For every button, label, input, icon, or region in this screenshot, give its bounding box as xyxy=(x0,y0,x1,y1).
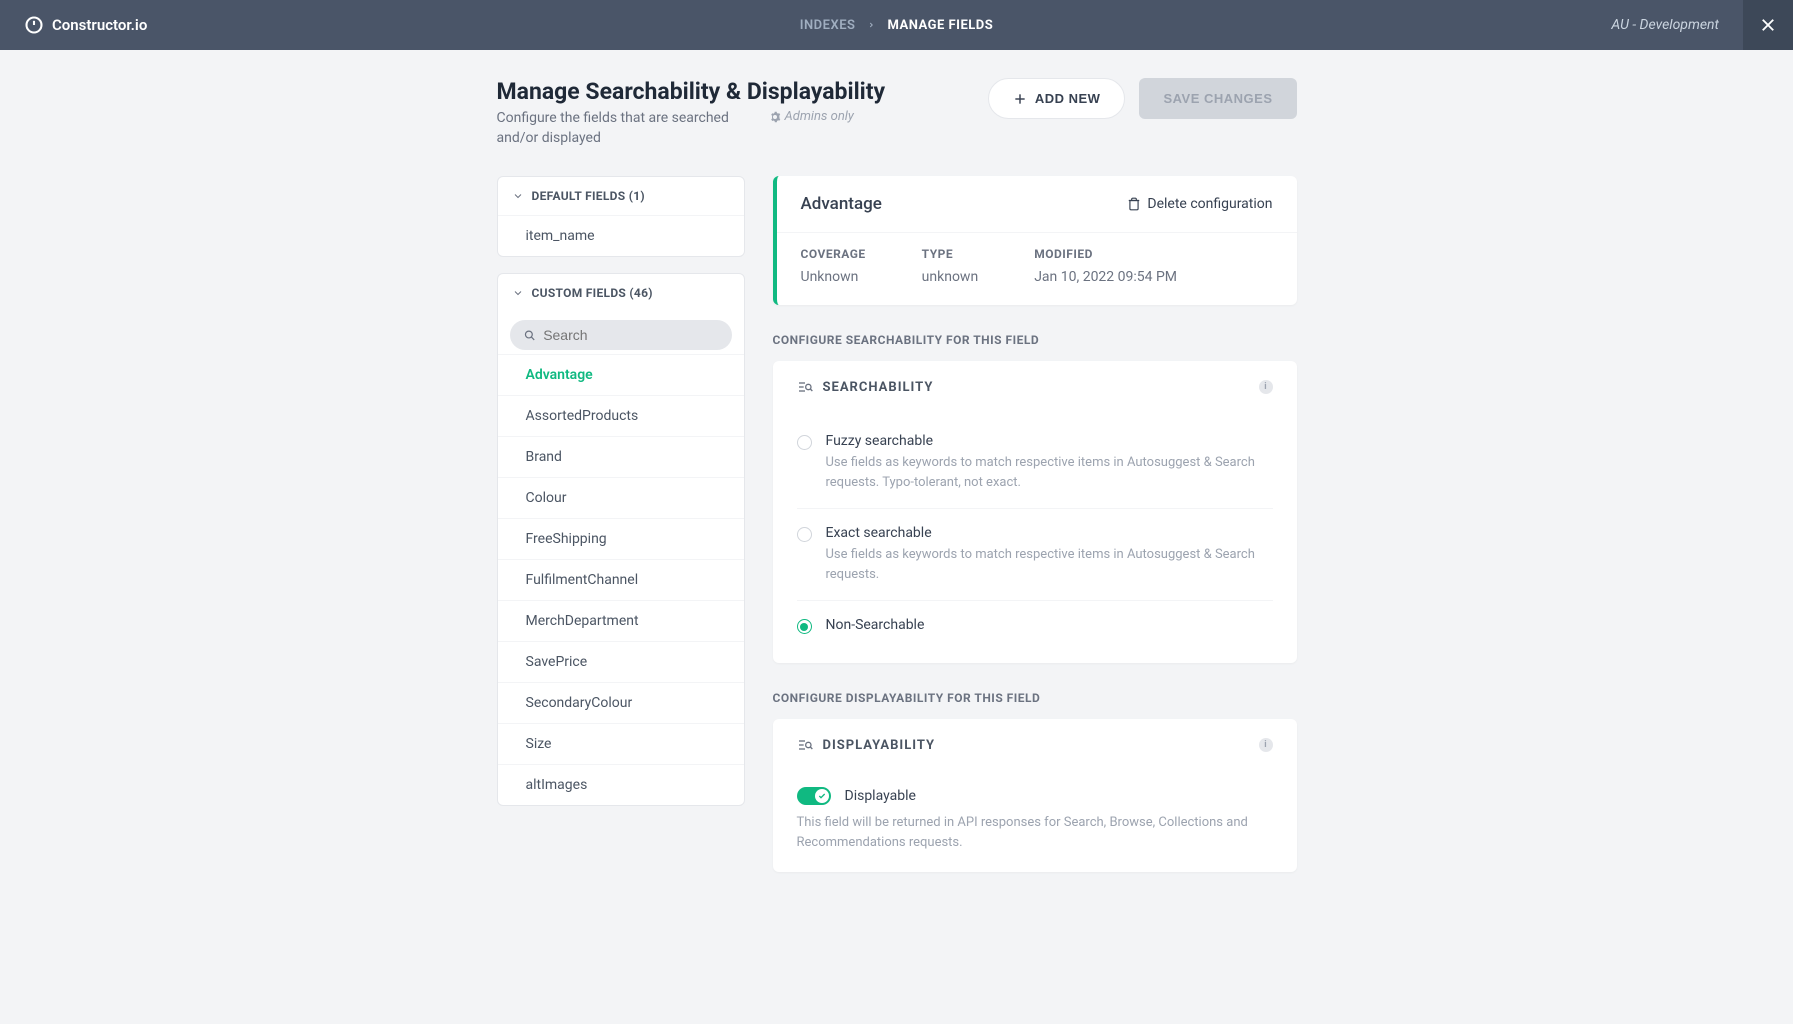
page-subtitle: Configure the fields that are searched a… xyxy=(497,109,757,148)
radio-description: Use fields as keywords to match respecti… xyxy=(826,453,1273,492)
default-fields-header[interactable]: DEFAULT FIELDS (1) xyxy=(498,177,744,215)
displayability-section-label: CONFIGURE DISPLAYABILITY FOR THIS FIELD xyxy=(773,691,1297,705)
field-title: Advantage xyxy=(801,194,882,214)
check-icon xyxy=(818,792,826,800)
search-icon xyxy=(524,329,536,342)
searchability-card: SEARCHABILITY i Fuzzy searchable Use fiel… xyxy=(773,361,1297,663)
sidebar-item[interactable]: AssortedProducts xyxy=(498,395,744,436)
logo-icon xyxy=(24,15,44,35)
breadcrumb-parent[interactable]: INDEXES xyxy=(800,18,856,33)
displayability-head: DISPLAYABILITY xyxy=(823,738,936,753)
trash-icon xyxy=(1127,197,1141,211)
default-fields-section: DEFAULT FIELDS (1) item_name xyxy=(497,176,745,257)
searchability-option[interactable]: Exact searchable Use fields as keywords t… xyxy=(797,509,1273,601)
sidebar-item[interactable]: item_name xyxy=(498,215,744,256)
search-list-icon xyxy=(797,379,813,395)
close-icon xyxy=(1759,16,1777,34)
type-label: TYPE xyxy=(922,247,979,261)
radio-button[interactable] xyxy=(797,527,812,542)
radio-button[interactable] xyxy=(797,435,812,450)
searchability-option[interactable]: Fuzzy searchable Use fields as keywords t… xyxy=(797,417,1273,509)
custom-fields-header[interactable]: CUSTOM FIELDS (46) xyxy=(498,274,744,312)
gear-icon xyxy=(769,111,781,123)
breadcrumb: INDEXES MANAGE FIELDS xyxy=(800,18,994,33)
coverage-value: Unknown xyxy=(801,269,866,285)
delete-configuration-button[interactable]: Delete configuration xyxy=(1127,196,1272,212)
displayability-card: DISPLAYABILITY i Displayable This field … xyxy=(773,719,1297,872)
page-title: Manage Searchability & Displayability xyxy=(497,78,886,105)
plus-icon xyxy=(1013,92,1027,106)
sidebar-item[interactable]: SavePrice xyxy=(498,641,744,682)
sidebar-item[interactable]: altImages xyxy=(498,764,744,805)
modified-label: MODIFIED xyxy=(1034,247,1177,261)
close-button[interactable] xyxy=(1743,0,1793,50)
sidebar-item[interactable]: Advantage xyxy=(498,354,744,395)
display-list-icon xyxy=(797,737,813,753)
displayable-label: Displayable xyxy=(845,788,916,804)
sidebar-item[interactable]: FulfilmentChannel xyxy=(498,559,744,600)
app-header: Constructor.io INDEXES MANAGE FIELDS AU … xyxy=(0,0,1793,50)
search-box[interactable] xyxy=(510,320,732,350)
breadcrumb-current: MANAGE FIELDS xyxy=(887,18,993,33)
sidebar-item[interactable]: MerchDepartment xyxy=(498,600,744,641)
searchability-section-label: CONFIGURE SEARCHABILITY FOR THIS FIELD xyxy=(773,333,1297,347)
add-new-button[interactable]: ADD NEW xyxy=(988,78,1126,119)
chevron-down-icon xyxy=(512,190,524,202)
radio-label: Exact searchable xyxy=(826,525,1273,541)
sidebar-item[interactable]: Brand xyxy=(498,436,744,477)
field-detail-card: Advantage Delete configuration COVERAGE … xyxy=(773,176,1297,305)
displayable-toggle[interactable] xyxy=(797,787,831,805)
brand-logo[interactable]: Constructor.io xyxy=(24,15,147,35)
radio-label: Non-Searchable xyxy=(826,617,925,633)
custom-fields-section: CUSTOM FIELDS (46) AdvantageAssortedProd… xyxy=(497,273,745,806)
coverage-label: COVERAGE xyxy=(801,247,866,261)
chevron-down-icon xyxy=(512,287,524,299)
sidebar-item[interactable]: Size xyxy=(498,723,744,764)
save-changes-button[interactable]: SAVE CHANGES xyxy=(1139,78,1296,119)
radio-button[interactable] xyxy=(797,619,812,634)
sidebar-item[interactable]: SecondaryColour xyxy=(498,682,744,723)
admins-only-badge: Admins only xyxy=(769,109,854,124)
searchability-head: SEARCHABILITY xyxy=(823,380,934,395)
sidebar-item[interactable]: FreeShipping xyxy=(498,518,744,559)
searchability-option[interactable]: Non-Searchable xyxy=(797,601,1273,653)
info-icon[interactable]: i xyxy=(1259,738,1273,752)
type-value: unknown xyxy=(922,269,979,285)
environment-label: AU - Development xyxy=(1611,17,1719,33)
brand-text: Constructor.io xyxy=(52,16,147,34)
radio-label: Fuzzy searchable xyxy=(826,433,1273,449)
displayable-desc: This field will be returned in API respo… xyxy=(773,813,1297,872)
sidebar-item[interactable]: Colour xyxy=(498,477,744,518)
radio-description: Use fields as keywords to match respecti… xyxy=(826,545,1273,584)
chevron-right-icon xyxy=(867,18,875,33)
search-input[interactable] xyxy=(543,327,717,343)
info-icon[interactable]: i xyxy=(1259,380,1273,394)
modified-value: Jan 10, 2022 09:54 PM xyxy=(1034,269,1177,285)
